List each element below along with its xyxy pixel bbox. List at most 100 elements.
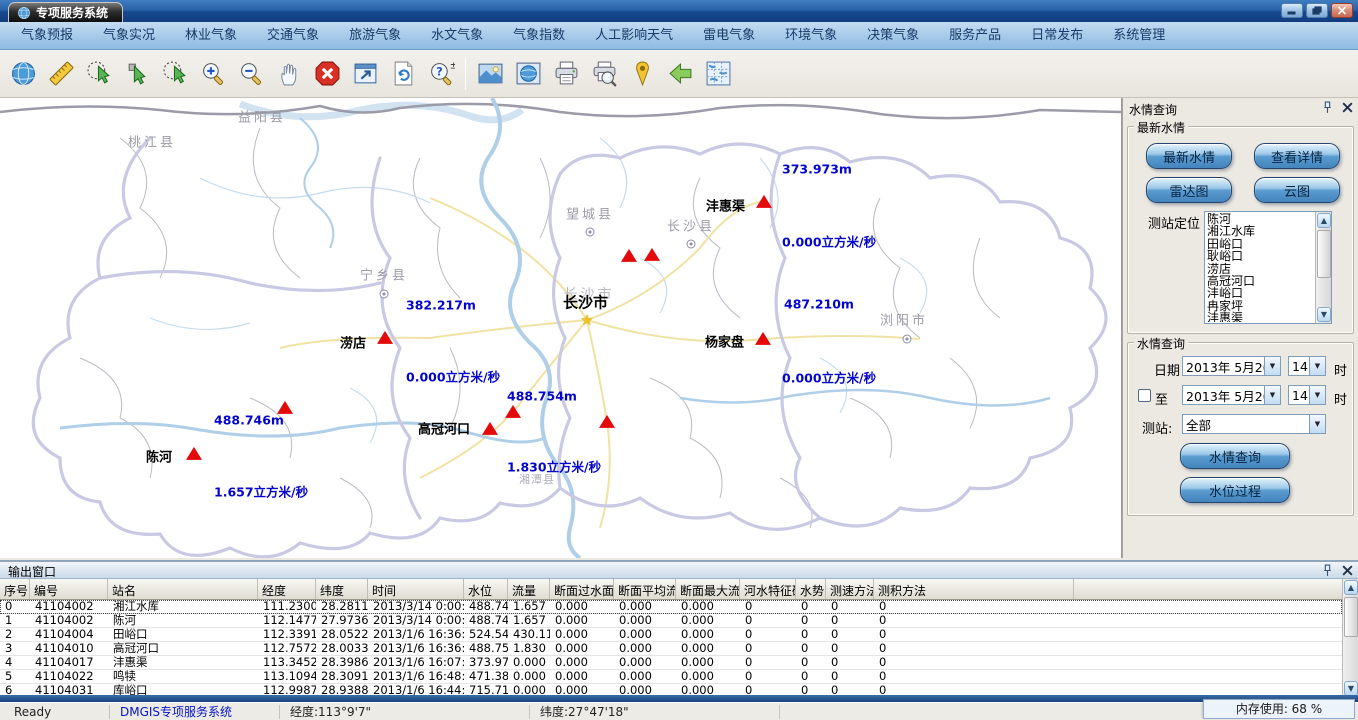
- toolbar-back-button[interactable]: [661, 54, 699, 94]
- scroll-thumb[interactable]: [1317, 230, 1331, 278]
- panel-close-icon[interactable]: [1341, 101, 1354, 114]
- column-header[interactable]: 序号: [0, 579, 30, 599]
- latest-water-button[interactable]: 最新水情: [1146, 143, 1232, 169]
- column-header[interactable]: 断面过水面: [550, 579, 614, 599]
- station-marker-triangle[interactable]: [505, 405, 521, 418]
- column-header[interactable]: 河水特征码: [740, 579, 796, 599]
- toolbar-pan-button[interactable]: [270, 54, 308, 94]
- toolbar-locate-pin-button[interactable]: [623, 54, 661, 94]
- menu-item-7[interactable]: 气象指数: [498, 22, 580, 49]
- restore-button[interactable]: [1306, 3, 1328, 18]
- station-marker-triangle[interactable]: [482, 422, 498, 435]
- map-canvas[interactable]: 益阳县桃江县望城县长沙县宁乡县长沙市浏阳市湘潭县沣惠渠杨家盘涝店高冠河口陈河长沙…: [0, 98, 1122, 558]
- station-marker-triangle[interactable]: [755, 332, 771, 345]
- scroll-up-icon[interactable]: ▲: [1317, 213, 1331, 228]
- water-query-button[interactable]: 水情查询: [1180, 443, 1290, 469]
- toolbar-refresh-button[interactable]: [384, 54, 422, 94]
- cloud-map-button[interactable]: 云图: [1254, 177, 1340, 203]
- table-row[interactable]: 141104002陈河112.14777827.9736112013/3/14 …: [0, 614, 1342, 628]
- column-header[interactable]: 纬度: [316, 579, 368, 599]
- view-details-button[interactable]: 查看详情: [1254, 143, 1340, 169]
- toolbar-select-circle-button[interactable]: [156, 54, 194, 94]
- column-header[interactable]: 站名: [108, 579, 258, 599]
- menu-item-4[interactable]: 交通气象: [252, 22, 334, 49]
- station-marker-triangle[interactable]: [756, 195, 772, 208]
- hour2-combobox[interactable]: 14▼: [1288, 385, 1326, 405]
- output-close-icon[interactable]: [1341, 564, 1354, 577]
- column-header[interactable]: 时间: [368, 579, 464, 599]
- chevron-down-icon[interactable]: ▼: [1309, 415, 1325, 433]
- station-combobox[interactable]: 全部▼: [1182, 414, 1326, 434]
- listbox-scrollbar[interactable]: ▲ ▼: [1315, 212, 1331, 323]
- date2-combobox[interactable]: 2013年 5月20日▼: [1182, 385, 1281, 405]
- menu-item-11[interactable]: 决策气象: [852, 22, 934, 49]
- list-item[interactable]: 沣峪口: [1206, 287, 1314, 299]
- toolbar-select-shape-button[interactable]: [80, 54, 118, 94]
- menu-item-5[interactable]: 旅游气象: [334, 22, 416, 49]
- toolbar-zoom-out-button[interactable]: [232, 54, 270, 94]
- column-header[interactable]: 测速方法: [826, 579, 874, 599]
- chevron-down-icon[interactable]: ▼: [1309, 386, 1325, 404]
- column-header[interactable]: 水势: [796, 579, 826, 599]
- station-marker-triangle[interactable]: [377, 331, 393, 344]
- table-row[interactable]: 341104010高冠河口112.75722228.0033332013/1/6…: [0, 642, 1342, 656]
- column-header[interactable]: 测积方法: [874, 579, 1074, 599]
- toolbar-globe-button[interactable]: [4, 54, 42, 94]
- toolbar-export-image-button[interactable]: [471, 54, 509, 94]
- pin-icon[interactable]: [1321, 101, 1334, 114]
- toolbar-select-button[interactable]: [118, 54, 156, 94]
- scroll-up-icon[interactable]: ▲: [1344, 580, 1358, 595]
- chevron-down-icon[interactable]: ▼: [1309, 357, 1325, 375]
- water-level-process-button[interactable]: 水位过程: [1180, 477, 1290, 503]
- toolbar-grid-map-button[interactable]: [699, 54, 737, 94]
- pin-icon[interactable]: [1321, 564, 1334, 577]
- chevron-down-icon[interactable]: ▼: [1264, 386, 1280, 404]
- toolbar-measure-button[interactable]: [42, 54, 80, 94]
- list-item[interactable]: 耿峪口: [1206, 250, 1314, 262]
- app-tab[interactable]: 专项服务系统: [8, 2, 123, 22]
- menu-item-8[interactable]: 人工影响天气: [580, 22, 688, 49]
- column-header[interactable]: 编号: [30, 579, 108, 599]
- station-marker-triangle[interactable]: [621, 249, 637, 262]
- column-header[interactable]: 流量: [508, 579, 550, 599]
- column-header[interactable]: 断面平均流: [614, 579, 676, 599]
- table-row[interactable]: 541104022鸣犊113.10944428.3091672013/1/6 1…: [0, 670, 1342, 684]
- station-listbox[interactable]: 陈河湘江水库田峪口耿峪口涝店高冠河口沣峪口冉家坪沣惠渠 ▲ ▼: [1204, 211, 1332, 324]
- radar-map-button[interactable]: 雷达图: [1146, 177, 1232, 203]
- menu-item-6[interactable]: 水文气象: [416, 22, 498, 49]
- hour-combobox[interactable]: 14▼: [1288, 356, 1326, 376]
- table-row[interactable]: 041104002湘江水库111.23000028.2811112013/3/1…: [0, 600, 1342, 614]
- toolbar-identify-button[interactable]: ?±: [422, 54, 460, 94]
- column-header[interactable]: 水位: [464, 579, 508, 599]
- column-header[interactable]: 断面最大流: [676, 579, 740, 599]
- minimize-button[interactable]: [1281, 3, 1303, 18]
- menu-item-3[interactable]: 林业气象: [170, 22, 252, 49]
- station-marker-triangle[interactable]: [186, 447, 202, 460]
- toolbar-zoom-in-button[interactable]: [194, 54, 232, 94]
- list-item[interactable]: 湘江水库: [1206, 225, 1314, 237]
- close-button[interactable]: [1331, 3, 1353, 18]
- scroll-down-icon[interactable]: ▼: [1317, 307, 1331, 322]
- menu-item-9[interactable]: 雷电气象: [688, 22, 770, 49]
- toolbar-world-window-button[interactable]: [509, 54, 547, 94]
- toolbar-print-button[interactable]: [547, 54, 585, 94]
- toolbar-print-preview-button[interactable]: [585, 54, 623, 94]
- menu-item-1[interactable]: 气象预报: [6, 22, 88, 49]
- menu-item-2[interactable]: 气象实况: [88, 22, 170, 49]
- toolbar-stop-button[interactable]: [308, 54, 346, 94]
- chevron-down-icon[interactable]: ▼: [1264, 357, 1280, 375]
- date-combobox[interactable]: 2013年 5月20日▼: [1182, 356, 1281, 376]
- bottom-splitter[interactable]: [0, 695, 1358, 702]
- toolbar-full-extent-button[interactable]: [346, 54, 384, 94]
- table-row[interactable]: 241104004田峪口112.33916728.0522222013/1/6 …: [0, 628, 1342, 642]
- station-marker-triangle[interactable]: [277, 401, 293, 414]
- to-date-checkbox[interactable]: [1138, 389, 1151, 402]
- scroll-thumb[interactable]: [1344, 597, 1358, 637]
- station-marker-triangle[interactable]: [599, 415, 615, 428]
- table-row[interactable]: 441104017沣惠渠113.34527828.3986112013/1/6 …: [0, 656, 1342, 670]
- column-header[interactable]: 经度: [258, 579, 316, 599]
- menu-item-10[interactable]: 环境气象: [770, 22, 852, 49]
- list-item[interactable]: 沣惠渠: [1206, 312, 1314, 322]
- menu-item-14[interactable]: 系统管理: [1098, 22, 1180, 49]
- menu-item-12[interactable]: 服务产品: [934, 22, 1016, 49]
